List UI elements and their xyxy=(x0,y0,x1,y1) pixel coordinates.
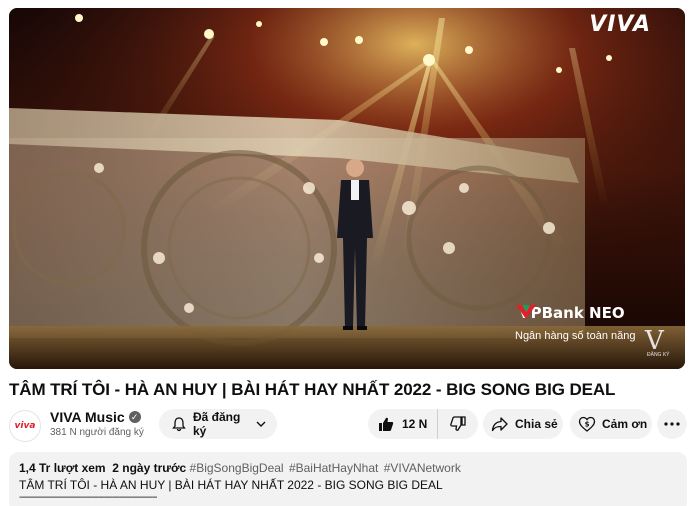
like-count: 12 N xyxy=(402,417,428,431)
more-horizontal-icon xyxy=(664,422,680,426)
bell-icon xyxy=(171,416,187,432)
description-divider: ----------------------------------------… xyxy=(19,492,157,503)
share-button[interactable]: Chia sẻ xyxy=(483,409,563,439)
hashtag-link[interactable]: #BaiHatHayNhat xyxy=(289,461,378,475)
thumbs-down-icon xyxy=(450,416,466,432)
channel-name-text[interactable]: VIVA Music xyxy=(50,409,125,425)
like-button[interactable]: 12 N xyxy=(368,409,438,439)
super-thanks-icon: $ xyxy=(578,415,596,433)
hashtag-link[interactable]: #VIVANetwork xyxy=(384,461,461,475)
subscribe-watermark[interactable]: V ĐĂNG KÝ xyxy=(645,326,670,358)
video-meta: 1,4 Tr lượt xem 2 ngày trước #BigSongBig… xyxy=(19,461,677,475)
video-title: TÂM TRÍ TÔI - HÀ AN HUY | BÀI HÁT HAY NH… xyxy=(9,380,616,399)
subscribed-button[interactable]: Đã đăng ký xyxy=(159,409,277,439)
dislike-button[interactable] xyxy=(438,409,478,439)
subscribe-watermark-caption: ĐĂNG KÝ xyxy=(647,352,670,358)
video-player[interactable]: VIVA VPBank NEO Ngân hàng số toàn năng V… xyxy=(9,8,685,369)
thanks-button[interactable]: $ Cảm ơn xyxy=(570,409,652,439)
description-box[interactable]: 1,4 Tr lượt xem 2 ngày trước #BigSongBig… xyxy=(9,452,687,506)
verified-check-icon: ✓ xyxy=(128,411,141,423)
sponsor-logo: VPBank NEO xyxy=(515,304,625,322)
like-dislike-group: 12 N xyxy=(368,409,478,439)
more-actions-button[interactable] xyxy=(657,409,687,439)
hashtag-list: #BigSongBigDeal #BaiHatHayNhat #VIVANetw… xyxy=(190,461,463,475)
share-arrow-icon xyxy=(491,416,509,432)
description-text: TÂM TRÍ TÔI - HÀ AN HUY | BÀI HÁT HAY NH… xyxy=(19,478,443,492)
channel-avatar[interactable]: viva xyxy=(9,410,41,442)
sponsor-tagline: Ngân hàng số toàn năng xyxy=(515,330,636,342)
subscribed-label: Đã đăng ký xyxy=(193,410,241,438)
channel-name[interactable]: VIVA Music ✓ xyxy=(50,409,141,425)
viva-watermark: VIVA xyxy=(589,12,651,37)
svg-text:$: $ xyxy=(585,421,590,429)
view-count: 1,4 Tr lượt xem xyxy=(19,461,106,475)
subscriber-count: 381 N người đăng ký xyxy=(50,427,144,438)
thumbs-up-icon xyxy=(378,416,394,432)
share-label: Chia sẻ xyxy=(515,417,558,431)
hashtag-link[interactable]: #BigSongBigDeal xyxy=(190,461,284,475)
chevron-down-icon xyxy=(255,418,267,430)
thanks-label: Cảm ơn xyxy=(602,417,648,431)
upload-age: 2 ngày trước xyxy=(112,461,187,475)
